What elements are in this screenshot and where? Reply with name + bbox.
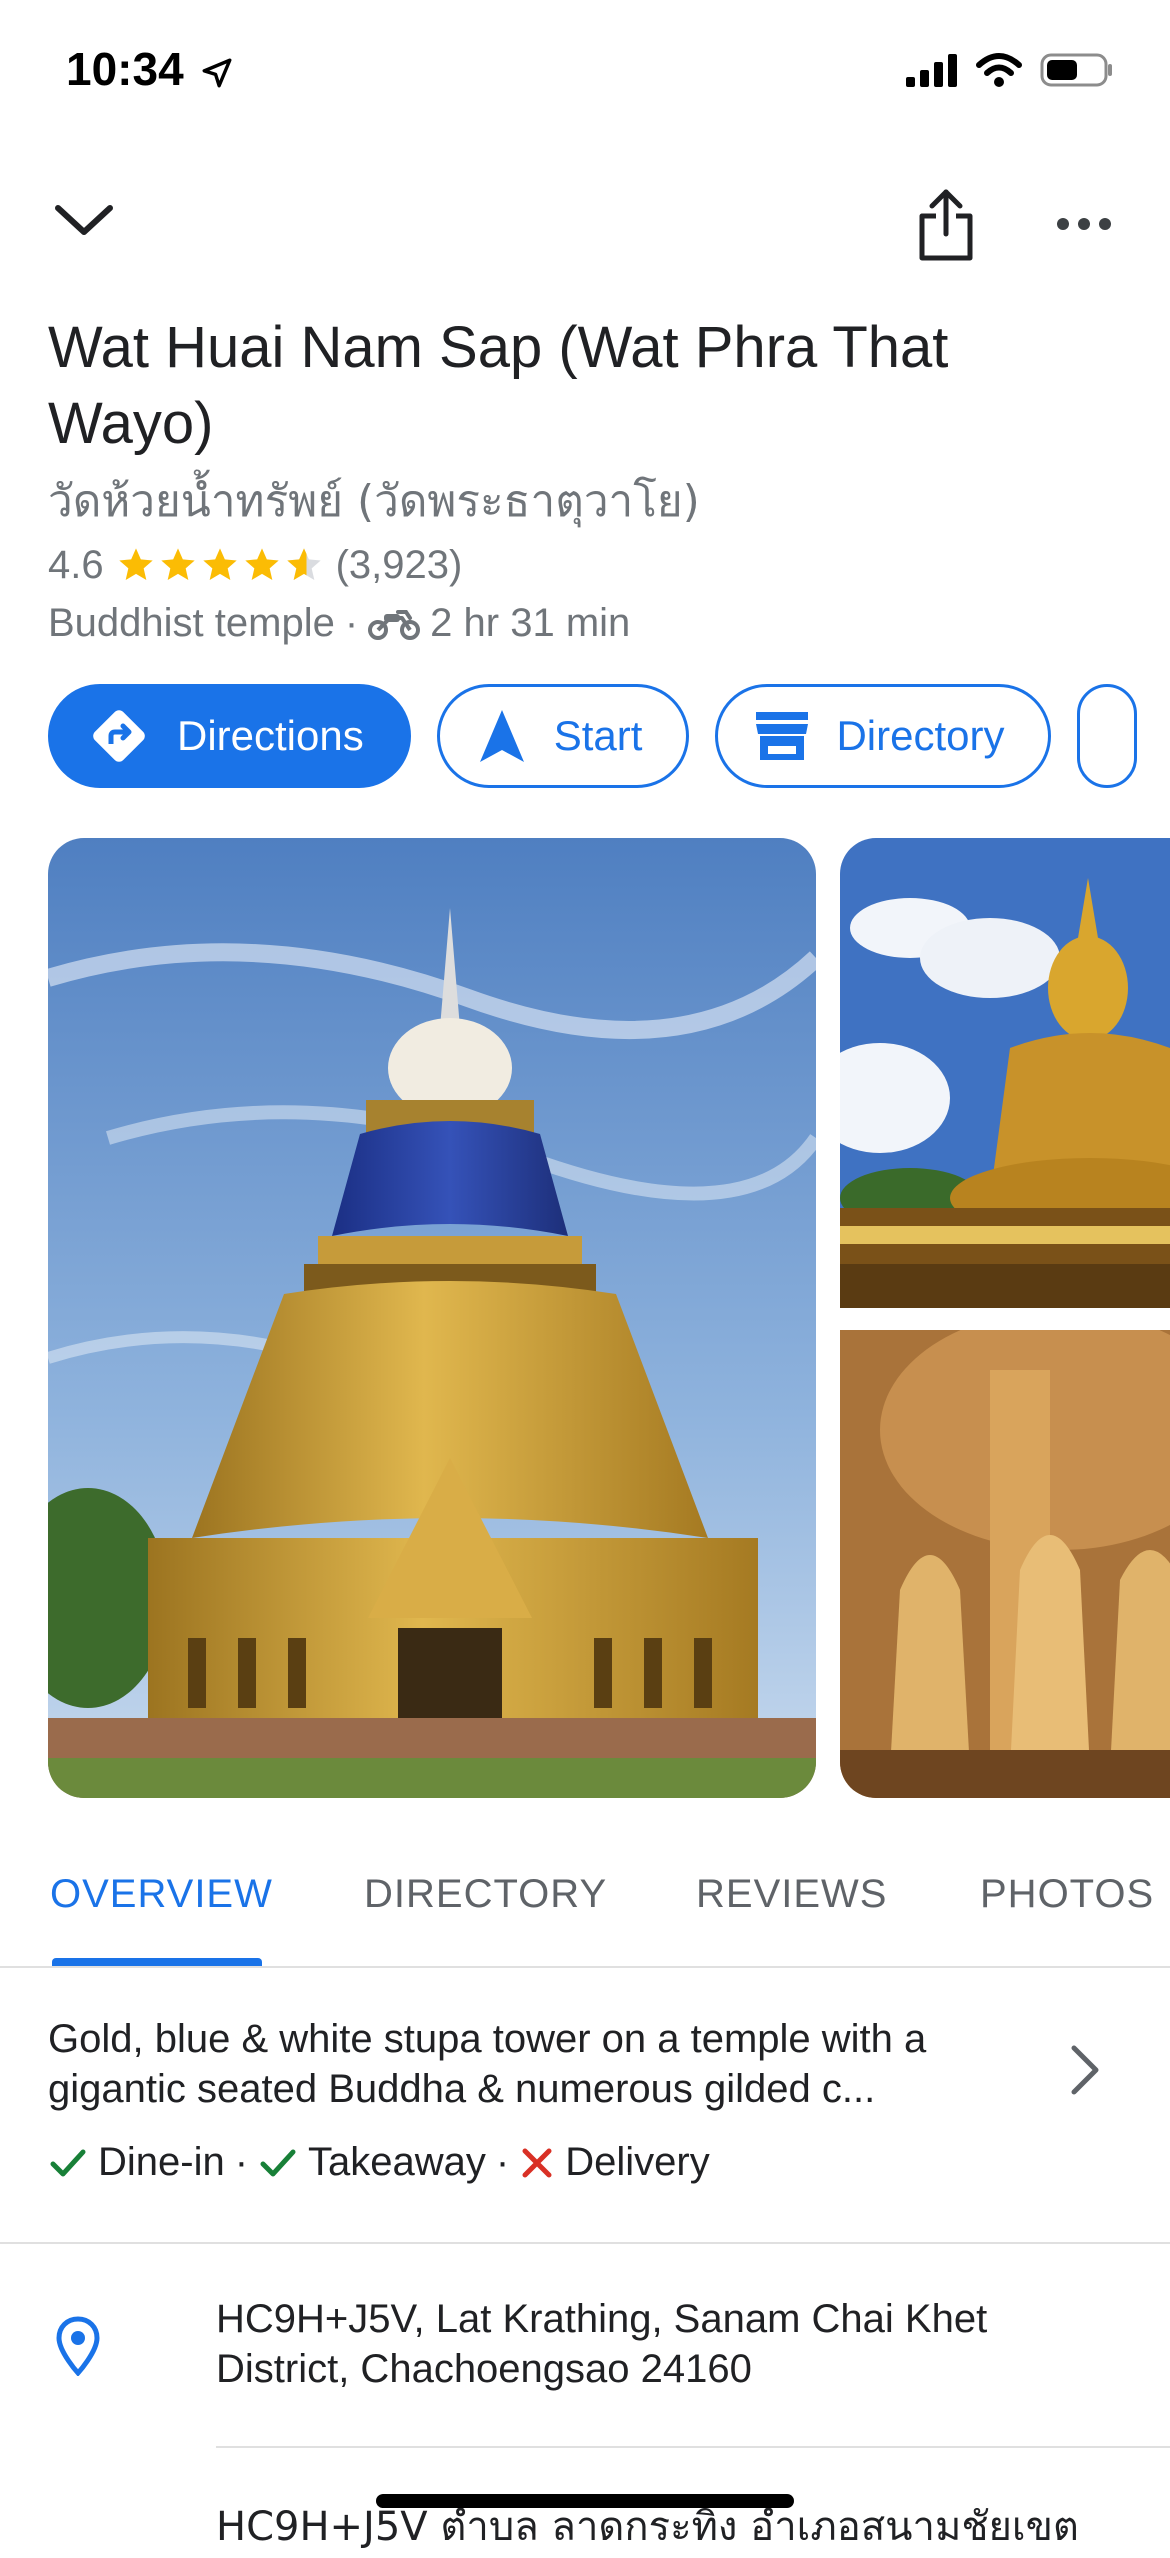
chevron-right-icon [1071, 2045, 1099, 2095]
service-options: Dine-in · Takeaway · Delivery [48, 2140, 710, 2185]
divider [0, 2242, 1170, 2244]
interior-photo [840, 1330, 1170, 1798]
directions-button[interactable]: Directions [48, 684, 411, 788]
motorcycle-icon [368, 610, 421, 640]
photo-interior[interactable] [840, 1330, 1170, 1798]
description-expand-button[interactable] [1062, 2040, 1110, 2105]
photo-stupa[interactable] [48, 838, 816, 1798]
collapse-button[interactable] [46, 190, 122, 250]
stupa-photo [48, 838, 816, 1798]
status-icons [906, 52, 1114, 88]
service-label: Takeaway [308, 2140, 486, 2184]
more-horizontal-icon [1057, 218, 1111, 230]
storefront-icon [756, 712, 809, 760]
directions-label: Directions [177, 712, 364, 759]
tab-photos[interactable]: PHOTOS [980, 1872, 1154, 1917]
check-icon [260, 2149, 296, 2176]
service-label: Delivery [565, 2140, 710, 2184]
star-icon [160, 548, 195, 580]
place-local-name: วัดห้วยน้ำทรัพย์ (วัดพระธาตุวาโย) [48, 476, 700, 527]
directory-label: Directory [836, 712, 1005, 759]
battery-icon [1040, 53, 1112, 87]
place-description[interactable]: Gold, blue & white stupa tower on a temp… [48, 2014, 1008, 2114]
photo-buddha[interactable] [840, 838, 1170, 1308]
share-button[interactable] [912, 186, 980, 264]
travel-time: 2 hr 31 min [430, 600, 631, 645]
separator: · [495, 2140, 510, 2184]
separator: · [234, 2140, 249, 2184]
location-arrow-icon [202, 58, 232, 88]
rating-stars [116, 545, 324, 585]
share-icon [919, 189, 973, 261]
separator: · [344, 600, 359, 645]
check-icon [50, 2149, 86, 2176]
star-half-icon [286, 548, 321, 580]
home-indicator[interactable] [376, 2494, 794, 2508]
status-time: 10:34 [66, 42, 234, 96]
address-row[interactable]: HC9H+J5V, Lat Krathing, Sanam Chai Khet … [216, 2294, 1116, 2394]
status-time-text: 10:34 [66, 43, 184, 95]
signal-icon [906, 54, 957, 87]
place-name: Wat Huai Nam Sap (Wat Phra That Wayo) [48, 315, 949, 456]
start-label: Start [553, 712, 643, 759]
service-label: Dine-in [98, 2140, 225, 2184]
directory-button[interactable]: Directory [715, 684, 1052, 788]
divider [216, 2446, 1170, 2448]
more-actions-chip[interactable] [1077, 684, 1138, 788]
wifi-icon [976, 53, 1022, 87]
star-icon [118, 548, 153, 580]
tab-directory[interactable]: DIRECTORY [364, 1872, 607, 1917]
navigation-arrow-icon [479, 710, 524, 762]
directions-icon [93, 710, 145, 762]
chevron-down-icon [55, 205, 113, 235]
tab-overview[interactable]: OVERVIEW [50, 1872, 273, 1917]
category-label: Buddhist temple [48, 600, 335, 645]
tab-reviews[interactable]: REVIEWS [696, 1872, 887, 1917]
more-options-button[interactable] [1054, 204, 1114, 244]
action-chips: Directions Start Directory [48, 684, 1138, 788]
location-pin-icon [56, 2316, 100, 2381]
buddha-photo [840, 838, 1170, 1308]
category-row: Buddhist temple · 2 hr 31 min [48, 596, 630, 650]
close-icon [522, 2148, 552, 2177]
review-count: (3,923) [335, 542, 463, 587]
rating-row[interactable]: 4.6 (3,923) [48, 538, 462, 592]
star-icon [202, 548, 237, 580]
rating-value: 4.6 [48, 542, 104, 587]
active-tab-indicator [52, 1958, 262, 1966]
start-button[interactable]: Start [436, 684, 690, 788]
star-icon [244, 548, 279, 580]
tab-bar: OVERVIEW DIRECTORY REVIEWS PHOTOS [0, 1836, 1170, 1968]
